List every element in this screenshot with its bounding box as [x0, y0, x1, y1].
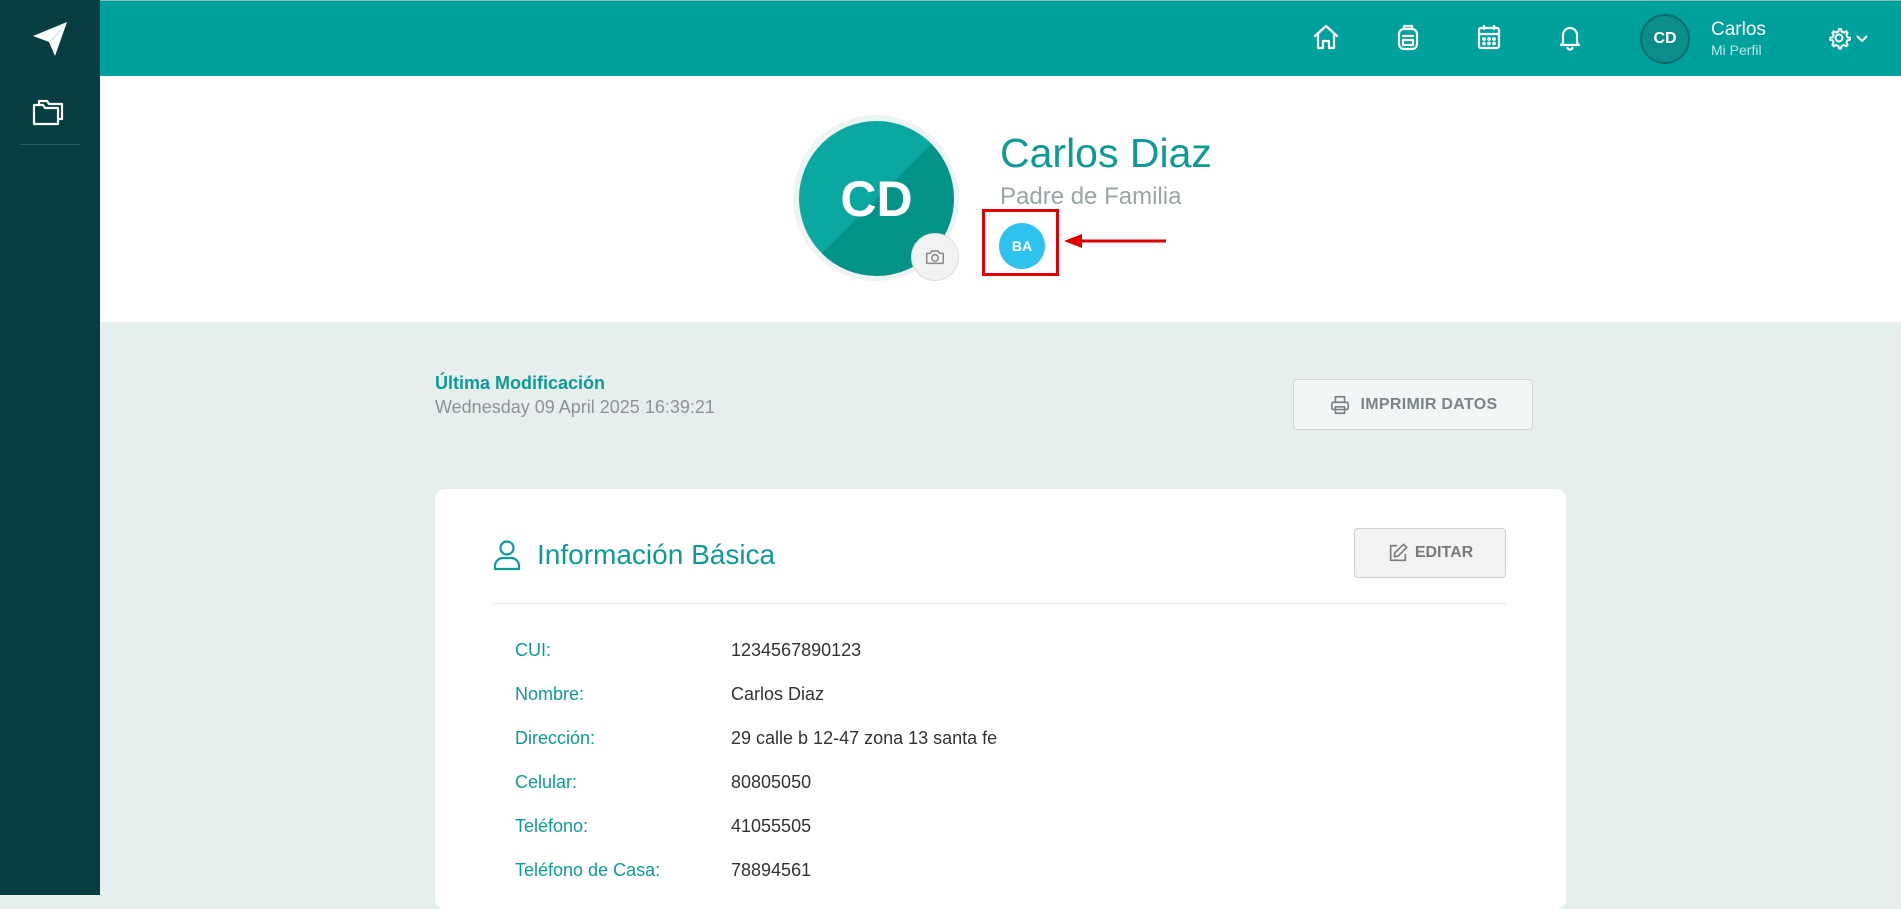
profile-role: Padre de Familia [1000, 183, 1182, 210]
camera-icon [926, 250, 944, 265]
card-divider [493, 603, 1506, 604]
field-value: Carlos Diaz [731, 684, 825, 704]
sidebar-divider [20, 144, 80, 145]
last-modified-label: Última Modificación [435, 373, 606, 393]
annotation-arrow [1064, 234, 1166, 248]
printer-icon [1330, 395, 1349, 414]
user-icon [493, 540, 521, 571]
field-label: Celular: [515, 772, 578, 792]
top-bar [100, 0, 1901, 76]
field-label: CUI: [515, 640, 551, 660]
user-profile-link[interactable]: Mi Perfil [1711, 42, 1762, 58]
user-name[interactable]: Carlos [1711, 19, 1766, 41]
edit-button[interactable]: EDITAR [1354, 528, 1506, 578]
user-avatar[interactable]: CD [1640, 14, 1690, 64]
field-label: Dirección: [515, 728, 596, 748]
field-label: Teléfono: [515, 816, 589, 836]
bell-icon[interactable] [1555, 22, 1585, 52]
field-value: 41055505 [731, 816, 812, 836]
home-icon[interactable] [1311, 22, 1341, 52]
settings-menu[interactable] [1826, 24, 1876, 54]
badge-ba[interactable]: BA [999, 223, 1045, 269]
field-value: 29 calle b 12-47 zona 13 santa fe [731, 728, 998, 748]
field-label: Nombre: [515, 684, 585, 704]
last-modified-value: Wednesday 09 April 2025 16:39:21 [435, 397, 715, 417]
field-label: Teléfono de Casa: [515, 860, 661, 880]
gear-icon [1829, 28, 1868, 50]
profile-name: Carlos Diaz [1000, 130, 1212, 176]
edit-button-label: EDITAR [1414, 544, 1474, 561]
edit-icon [1389, 543, 1408, 562]
backpack-icon[interactable] [1393, 22, 1423, 52]
field-value: 78894561 [731, 860, 812, 880]
paper-plane-icon[interactable] [31, 20, 69, 58]
sidebar [0, 0, 100, 895]
folders-icon[interactable] [31, 95, 65, 129]
change-photo-button[interactable] [911, 233, 959, 281]
print-button-label: IMPRIMIR DATOS [1360, 395, 1498, 413]
print-data-button[interactable]: IMPRIMIR DATOS [1293, 379, 1533, 430]
field-value: 1234567890123 [731, 640, 862, 660]
field-value: 80805050 [731, 772, 812, 792]
basic-info-title: Información Básica [537, 539, 776, 570]
calendar-icon[interactable] [1474, 22, 1504, 52]
